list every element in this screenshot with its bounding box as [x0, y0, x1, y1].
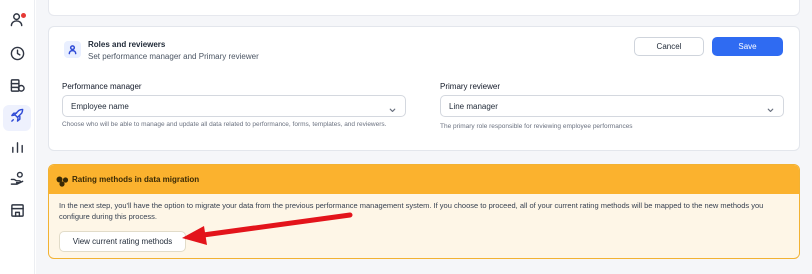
- sidebar-item-payroll[interactable]: [3, 75, 31, 101]
- sidebar-item-company[interactable]: [3, 200, 31, 226]
- roles-title: Roles and reviewers: [88, 40, 166, 49]
- primary-reviewer-select[interactable]: Line manager: [440, 95, 784, 117]
- roles-reviewers-card: Roles and reviewers Set performance mana…: [48, 26, 800, 151]
- primary-reviewer-value: Line manager: [449, 102, 498, 111]
- chevron-down-icon: [766, 102, 775, 112]
- save-button[interactable]: Save: [712, 37, 783, 56]
- sidebar-item-time[interactable]: [3, 43, 31, 69]
- sidebar-item-benefits[interactable]: [3, 168, 31, 194]
- chevron-down-icon: [388, 102, 397, 112]
- view-rating-methods-button[interactable]: View current rating methods: [59, 231, 186, 252]
- building-icon: [10, 203, 25, 223]
- sidebar-item-profile[interactable]: [3, 9, 31, 35]
- primary-reviewer-label: Primary reviewer: [440, 82, 501, 91]
- performance-manager-label: Performance manager: [62, 82, 142, 91]
- rating-methods-card: Rating methods in data migration In the …: [48, 164, 800, 259]
- clock-icon: [10, 46, 25, 66]
- cancel-button[interactable]: Cancel: [634, 37, 704, 56]
- hand-coin-icon: [10, 171, 25, 191]
- main-content: Roles and reviewers Set performance mana…: [36, 0, 812, 274]
- user-icon: [64, 41, 81, 58]
- primary-reviewer-help: The primary role responsible for reviewi…: [440, 123, 633, 130]
- rocket-icon: [10, 108, 25, 128]
- performance-manager-value: Employee name: [71, 102, 129, 111]
- performance-manager-select[interactable]: Employee name: [62, 95, 406, 117]
- annotation-arrow: [182, 212, 353, 245]
- rating-methods-header: Rating methods in data migration: [49, 165, 799, 194]
- rating-scale-icon: [56, 174, 69, 187]
- sidebar-item-reports[interactable]: [3, 137, 31, 163]
- rating-methods-description: In the next step, you'll have the option…: [59, 201, 764, 221]
- previous-card-edge: [48, 0, 800, 16]
- sidebar-item-performance[interactable]: [3, 105, 31, 131]
- bar-chart-icon: [10, 140, 25, 160]
- roles-subtitle: Set performance manager and Primary revi…: [88, 52, 259, 61]
- sidebar: [0, 0, 35, 274]
- performance-manager-help: Choose who will be able to manage and up…: [62, 121, 387, 128]
- notification-dot: [21, 13, 26, 18]
- coins-icon: [10, 78, 25, 98]
- rating-methods-title: Rating methods in data migration: [72, 175, 200, 184]
